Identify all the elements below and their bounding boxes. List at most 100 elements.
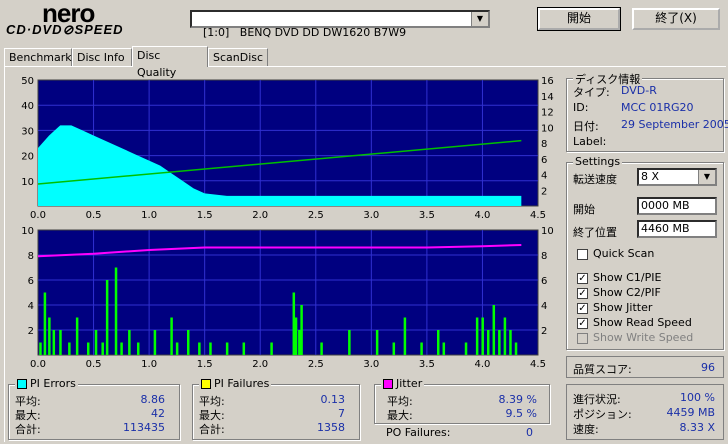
y-tick-label-right: 4 bbox=[541, 171, 547, 182]
disc-date-value: 29 September 2005 bbox=[621, 118, 728, 131]
pi-failures-bar bbox=[464, 342, 468, 355]
show-jitter-checkbox[interactable]: ✓ bbox=[577, 303, 588, 314]
pi-failures-bar bbox=[498, 330, 501, 355]
pi-failures-jitter-chart: 0.0 0.5 1.0 1.5 2.0 2.5 3.0 3.5 4.0 4.5 2 4 6 8 10 2 4 6 8… bbox=[21, 226, 554, 368]
pi-failures-bar bbox=[292, 292, 296, 355]
pi-failures-bar bbox=[403, 317, 407, 355]
pi-failures-bar bbox=[52, 330, 56, 355]
x-tick-label: 0.5 bbox=[86, 210, 102, 220]
pi-failures-bar bbox=[101, 342, 104, 355]
jitter-title: Jitter bbox=[381, 377, 425, 390]
pi-failures-bar bbox=[420, 342, 423, 355]
pi-errors-swatch bbox=[17, 379, 27, 389]
disc-info-group: ディスク情報 タイプ: DVD-R ID: MCC 01RG20 日付: 29 … bbox=[566, 71, 728, 152]
y-tick-label-right: 10 bbox=[541, 226, 554, 237]
show-c1-pie-label: Show C1/PIE bbox=[593, 271, 662, 284]
pi-failures-bar bbox=[59, 330, 62, 355]
po-failures-value: 0 bbox=[526, 426, 533, 439]
progress-speed-label: 速度: bbox=[573, 423, 599, 436]
settings-group: Settings 転送速度 8 X ▼ 開始 0000 MB 終了位置 4460… bbox=[566, 155, 724, 350]
show-c1-pie-checkbox[interactable]: ✓ bbox=[577, 273, 588, 284]
show-read-speed-checkbox[interactable]: ✓ bbox=[577, 318, 588, 329]
pi-failures-bar bbox=[475, 317, 479, 355]
start-position-label: 開始 bbox=[573, 203, 595, 216]
x-tick-label: 3.5 bbox=[419, 210, 435, 220]
pi-failures-bar bbox=[225, 342, 229, 355]
x-tick-label: 3.5 bbox=[419, 359, 435, 368]
progress-speed-value: 8.33 X bbox=[679, 421, 715, 434]
tab-disc-quality[interactable]: Disc Quality bbox=[132, 46, 208, 79]
pi-failures-bar bbox=[442, 342, 446, 355]
quality-score-box: 品質スコア: 96 bbox=[566, 356, 724, 378]
pi-failures-bar bbox=[187, 330, 190, 355]
y-tick-label-left: 10 bbox=[21, 177, 34, 188]
y-tick-label-right: 10 bbox=[541, 123, 554, 134]
pi-failures-title-text: PI Failures bbox=[214, 377, 270, 390]
y-tick-label-right: 8 bbox=[541, 251, 547, 262]
y-tick-label-left: 6 bbox=[28, 276, 34, 287]
progress-position-value: 4459 MB bbox=[666, 406, 715, 419]
pi-failures-bar bbox=[437, 330, 440, 355]
tab-scandisc[interactable]: ScanDisc bbox=[208, 48, 268, 66]
x-tick-label: 1.5 bbox=[197, 210, 213, 220]
x-tick-label: 1.0 bbox=[141, 359, 157, 368]
pi-failures-bar bbox=[348, 330, 351, 355]
pi-failures-bar bbox=[514, 342, 518, 355]
show-jitter-label: Show Jitter bbox=[593, 301, 653, 314]
start-button[interactable]: 開始 bbox=[537, 7, 621, 31]
jitter-stats: Jitter 平均: 8.39 % 最大: 9.5 % bbox=[374, 377, 550, 424]
y-tick-label-right: 14 bbox=[541, 92, 554, 103]
y-tick-label-right: 4 bbox=[541, 301, 547, 312]
jitter-max-label: 最大: bbox=[387, 409, 413, 422]
y-tick-label-right: 16 bbox=[541, 76, 554, 87]
tab-disc-info[interactable]: Disc Info bbox=[72, 48, 132, 66]
disc-type-label: タイプ: bbox=[573, 86, 610, 99]
show-c2-pif-checkbox[interactable]: ✓ bbox=[577, 288, 588, 299]
pi-failures-bar bbox=[392, 342, 396, 355]
quality-score-value: 96 bbox=[701, 361, 715, 374]
y-tick-label-right: 8 bbox=[541, 139, 547, 150]
drive-select-value: [1:0] BENQ DVD DD DW1620 B7W9 bbox=[203, 26, 407, 39]
po-failures-label: PO Failures: bbox=[386, 426, 451, 439]
disc-date-label: 日付: bbox=[573, 120, 599, 133]
progress-status-value: 100 % bbox=[680, 391, 715, 404]
show-c2-pif-label: Show C2/PIF bbox=[593, 286, 661, 299]
disc-id-label: ID: bbox=[573, 101, 589, 114]
pi-errors-title: PI Errors bbox=[15, 377, 78, 390]
y-tick-label-right: 12 bbox=[541, 108, 554, 119]
x-tick-label: 3.0 bbox=[363, 359, 379, 368]
show-write-speed-checkbox bbox=[577, 333, 588, 344]
jitter-avg-value: 8.39 % bbox=[498, 393, 537, 406]
y-tick-label-left: 10 bbox=[21, 226, 34, 237]
pi-failures-bar bbox=[153, 330, 157, 355]
pi-failures-bar bbox=[492, 305, 496, 355]
tab-benchmark[interactable]: Benchmark bbox=[4, 48, 72, 66]
pi-failures-bar bbox=[87, 342, 90, 355]
disc-id-value: MCC 01RG20 bbox=[621, 101, 694, 114]
show-write-speed-label: Show Write Speed bbox=[593, 331, 694, 344]
drive-select[interactable]: [1:0] BENQ DVD DD DW1620 B7W9 ▼ bbox=[190, 10, 490, 39]
pi-failures-bar bbox=[94, 330, 98, 355]
pi-failures-bar bbox=[300, 305, 303, 355]
pi-errors-avg-value: 8.86 bbox=[140, 393, 166, 406]
speed-select[interactable]: 8 X ▼ bbox=[637, 168, 717, 186]
chevron-down-icon[interactable]: ▼ bbox=[698, 170, 715, 184]
settings-title: Settings bbox=[573, 155, 623, 168]
exit-button[interactable]: 終了(X) bbox=[632, 8, 720, 30]
x-tick-label: 4.0 bbox=[474, 359, 490, 368]
jitter-swatch bbox=[383, 379, 393, 389]
y-tick-label-left: 40 bbox=[21, 101, 34, 112]
quick-scan-checkbox[interactable] bbox=[577, 249, 588, 260]
pi-failures-bar bbox=[137, 342, 140, 355]
pi-failures-bar bbox=[120, 342, 123, 355]
pi-failures-bar bbox=[175, 342, 179, 355]
start-position-input[interactable]: 0000 MB bbox=[637, 197, 717, 215]
disc-label-label: Label: bbox=[573, 135, 607, 148]
chevron-down-icon[interactable]: ▼ bbox=[471, 12, 488, 26]
pi-errors-total-value: 113435 bbox=[123, 421, 165, 434]
pi-failures-stats: PI Failures 平均: 0.13 最大: 7 合計: 1358 bbox=[192, 377, 360, 440]
pi-failures-swatch bbox=[201, 379, 211, 389]
x-tick-label: 1.5 bbox=[197, 359, 213, 368]
pi-failures-avg-value: 0.13 bbox=[320, 393, 346, 406]
end-position-input[interactable]: 4460 MB bbox=[637, 220, 717, 238]
